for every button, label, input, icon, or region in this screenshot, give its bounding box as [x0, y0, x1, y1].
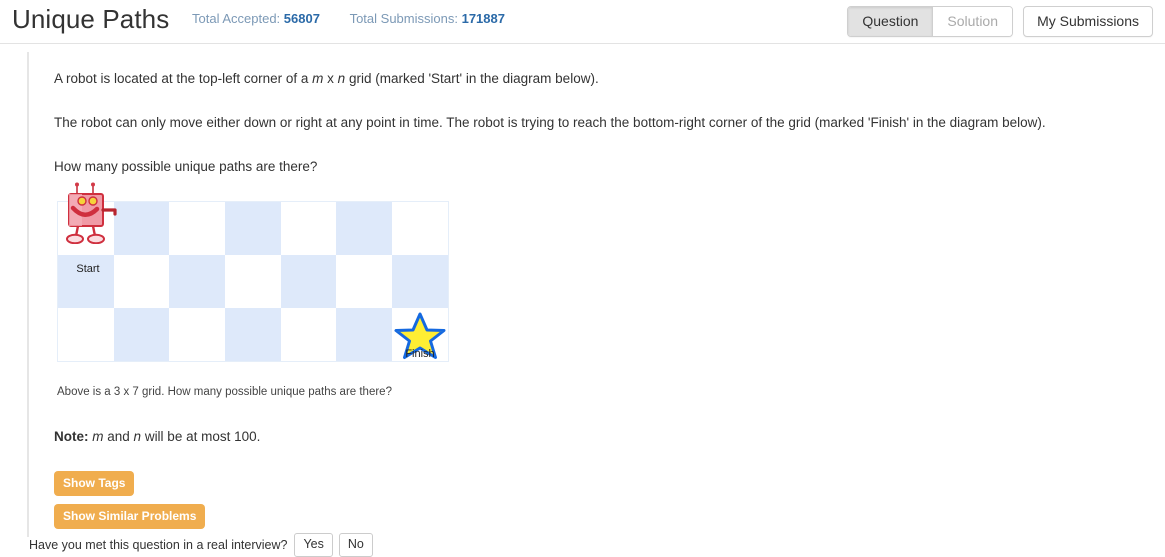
grid-cell [169, 202, 226, 255]
grid-cell [280, 308, 337, 361]
grid-cell [336, 308, 393, 361]
grid-cell [169, 308, 226, 361]
grid-cell [113, 308, 170, 361]
note-and: and [103, 429, 134, 444]
tag-buttons: Show Tags Show Similar Problems [54, 471, 1147, 529]
p1-var-m: m [312, 71, 324, 86]
interview-poll-question: Have you met this question in a real int… [29, 538, 288, 552]
question-note: Note: m and n will be at most 100. [54, 427, 1147, 446]
stat-total-submissions-label: Total Submissions: [349, 11, 458, 26]
grid-cell [392, 202, 448, 255]
p1-text-a: A robot is located at the top-left corne… [54, 71, 313, 86]
grid-cell [58, 308, 114, 361]
grid-cell [113, 255, 170, 308]
grid-cell [336, 202, 393, 255]
problem-stats: Total Accepted: 56807 Total Submissions:… [192, 11, 531, 26]
stat-total-submissions: Total Submissions: 171887 [350, 11, 505, 26]
question-paragraph-1: A robot is located at the top-left corne… [54, 69, 1147, 88]
interview-poll-yes-button[interactable]: Yes [294, 533, 333, 557]
question-paragraph-2: The robot can only move either down or r… [54, 115, 1046, 130]
question-paragraph-3: How many possible unique paths are there… [54, 159, 318, 174]
note-var-n: n [133, 429, 142, 444]
robot-icon [63, 182, 125, 260]
tab-question[interactable]: Question [848, 7, 934, 36]
show-similar-problems-button[interactable]: Show Similar Problems [54, 504, 206, 529]
grid-cell [169, 255, 226, 308]
interview-poll: Have you met this question in a real int… [29, 533, 379, 557]
stat-total-accepted: Total Accepted: 56807 [192, 11, 324, 26]
page-title: Unique Paths [12, 4, 170, 34]
note-var-m: m [92, 429, 104, 444]
p1-text-x: x [323, 71, 338, 86]
grid-cell [280, 255, 337, 308]
question-content: A robot is located at the top-left corne… [27, 52, 1147, 537]
start-label: Start [76, 263, 100, 275]
grid-cell [225, 255, 281, 308]
my-submissions-button[interactable]: My Submissions [1023, 6, 1153, 37]
question-solution-toggle: Question Solution [847, 6, 1013, 37]
grid-cell [225, 308, 281, 361]
grid-cell [392, 255, 448, 308]
grid-diagram: Start Finish [57, 182, 449, 363]
page-header: Unique Paths Total Accepted: 56807 Total… [0, 0, 1165, 44]
note-label: Note: [54, 429, 89, 444]
grid-caption: Above is a 3 x 7 grid. How many possible… [57, 386, 392, 398]
grid-cell [225, 202, 281, 255]
stat-total-accepted-value: 56807 [283, 11, 320, 26]
interview-poll-no-button[interactable]: No [338, 533, 373, 557]
show-tags-button[interactable]: Show Tags [54, 471, 135, 496]
grid-cell [336, 255, 393, 308]
stat-total-accepted-label: Total Accepted: [192, 11, 281, 26]
p1-text-b: grid (marked 'Start' in the diagram belo… [345, 71, 599, 86]
finish-label: Finish [405, 348, 435, 360]
grid-cell [280, 202, 337, 255]
stat-total-submissions-value: 171887 [461, 11, 505, 26]
note-tail: will be at most 100. [141, 429, 261, 444]
tab-solution[interactable]: Solution [933, 7, 1012, 36]
